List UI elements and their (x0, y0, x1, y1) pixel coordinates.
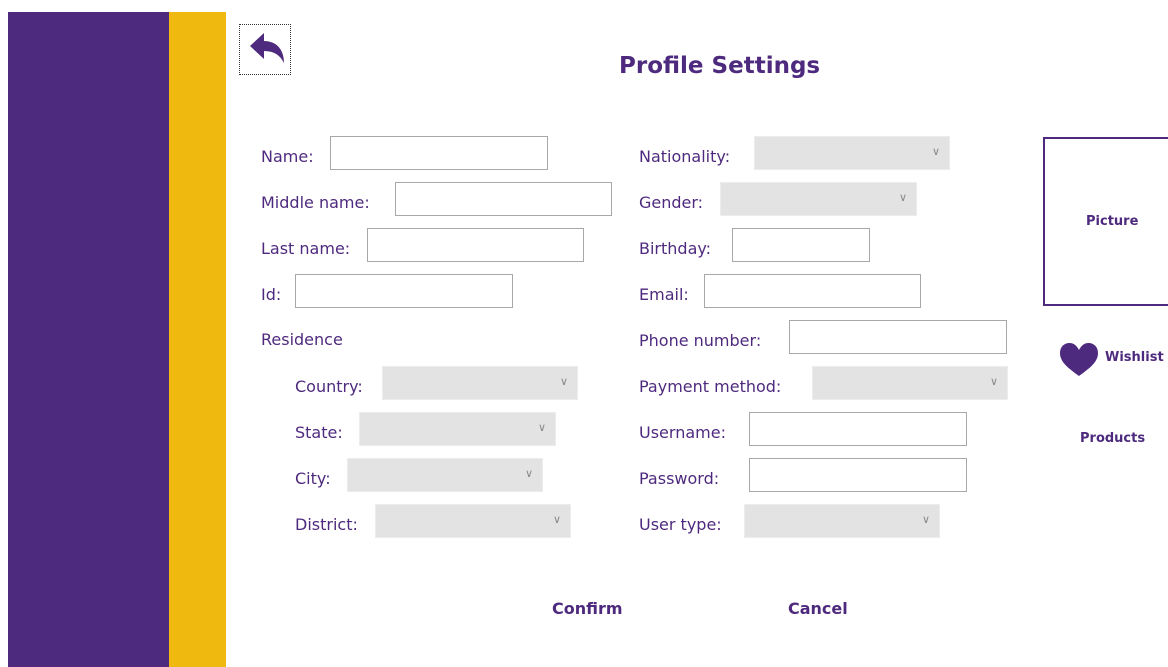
birthday-label: Birthday: (639, 239, 712, 258)
phone-number-label: Phone number: (639, 331, 762, 350)
birthday-field[interactable] (732, 228, 870, 262)
wishlist-label: Wishlist (1105, 350, 1164, 365)
picture-label: Picture (1086, 214, 1139, 229)
last-name-label: Last name: (261, 239, 351, 258)
password-field[interactable] (749, 458, 967, 492)
username-label: Username: (639, 423, 726, 442)
residence-label: Residence (261, 330, 343, 349)
chevron-down-icon: ∨ (552, 513, 561, 526)
country-dropdown[interactable]: ∨ (382, 366, 578, 400)
heart-icon (1060, 343, 1098, 376)
city-dropdown[interactable]: ∨ (347, 458, 543, 492)
nationality-label: Nationality: (639, 147, 731, 166)
state-dropdown[interactable]: ∨ (359, 412, 556, 446)
id-field[interactable] (295, 274, 513, 308)
payment-method-label: Payment method: (639, 377, 782, 396)
name-field[interactable] (330, 136, 548, 170)
id-label: Id: (261, 285, 282, 304)
chevron-down-icon: ∨ (524, 467, 533, 480)
user-type-dropdown[interactable]: ∨ (744, 504, 940, 538)
back-arrow-icon (250, 33, 284, 63)
district-dropdown[interactable]: ∨ (375, 504, 571, 538)
phone-number-field[interactable] (789, 320, 1007, 354)
back-button[interactable] (239, 24, 291, 75)
email-field[interactable] (704, 274, 921, 308)
left-yellow-stripe (169, 12, 226, 667)
middle-name-field[interactable] (395, 182, 612, 216)
chevron-down-icon: ∨ (989, 375, 998, 388)
left-purple-sidebar (8, 12, 169, 667)
user-type-label: User type: (639, 515, 722, 534)
chevron-down-icon: ∨ (921, 513, 930, 526)
email-label: Email: (639, 285, 689, 304)
name-label: Name: (261, 147, 314, 166)
password-label: Password: (639, 469, 720, 488)
confirm-button[interactable]: Confirm (552, 599, 623, 618)
city-label: City: (295, 469, 331, 488)
chevron-down-icon: ∨ (559, 375, 568, 388)
gender-label: Gender: (639, 193, 704, 212)
profile-picture-box[interactable]: Picture (1043, 137, 1168, 306)
products-button[interactable]: Products (1080, 431, 1145, 446)
gender-dropdown[interactable]: ∨ (720, 182, 917, 216)
chevron-down-icon: ∨ (537, 421, 546, 434)
payment-method-dropdown[interactable]: ∨ (812, 366, 1008, 400)
middle-name-label: Middle name: (261, 193, 370, 212)
country-label: Country: (295, 377, 363, 396)
nationality-dropdown[interactable]: ∨ (754, 136, 950, 170)
last-name-field[interactable] (367, 228, 584, 262)
username-field[interactable] (749, 412, 967, 446)
district-label: District: (295, 515, 358, 534)
chevron-down-icon: ∨ (898, 191, 907, 204)
chevron-down-icon: ∨ (931, 145, 940, 158)
wishlist-button[interactable]: Wishlist (1058, 342, 1164, 378)
cancel-button[interactable]: Cancel (788, 599, 848, 618)
state-label: State: (295, 423, 343, 442)
page-title: Profile Settings (619, 53, 821, 79)
